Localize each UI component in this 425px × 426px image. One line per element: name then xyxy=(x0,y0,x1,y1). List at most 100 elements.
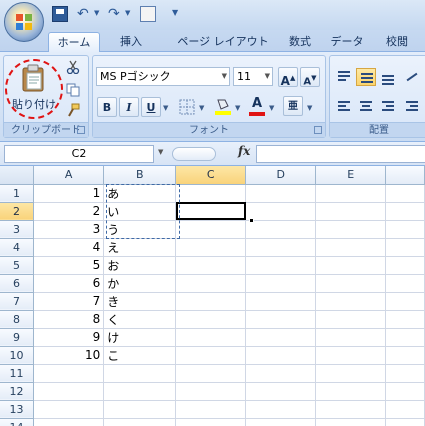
cell-d[interactable] xyxy=(245,328,317,347)
cell-e[interactable] xyxy=(315,382,387,401)
row-header[interactable]: 12 xyxy=(0,382,35,401)
cell-f[interactable] xyxy=(385,400,425,419)
cell-b[interactable] xyxy=(103,418,177,426)
tab-insert[interactable]: 挿入 xyxy=(108,32,154,52)
clipboard-dialog-launcher-icon[interactable] xyxy=(77,126,85,134)
font-name-select[interactable]: MS Pゴシック ▼ xyxy=(96,67,230,86)
undo-icon[interactable]: ↶ xyxy=(77,6,93,22)
select-all-corner[interactable] xyxy=(0,166,35,185)
redo-icon[interactable]: ↷ xyxy=(108,6,124,22)
customize-quick-access-icon[interactable]: ▼ xyxy=(172,8,178,17)
cell-f[interactable] xyxy=(385,364,425,383)
cell-d[interactable] xyxy=(245,274,317,293)
cell-b[interactable]: え xyxy=(103,238,177,257)
phonetic-dropdown-icon[interactable]: ▼ xyxy=(307,104,312,112)
italic-button[interactable]: I xyxy=(119,97,139,117)
row-header[interactable]: 14 xyxy=(0,418,35,426)
cell-a[interactable] xyxy=(33,400,105,419)
tab-data[interactable]: データ xyxy=(325,32,369,52)
cell-d[interactable] xyxy=(245,256,317,275)
cell-a[interactable]: 5 xyxy=(33,256,105,275)
underline-button[interactable]: U xyxy=(141,97,161,117)
align-center-button[interactable] xyxy=(356,98,376,116)
cell-f[interactable] xyxy=(385,202,425,221)
cell-f[interactable] xyxy=(385,256,425,275)
cell-d[interactable] xyxy=(245,382,317,401)
column-header-b[interactable]: B xyxy=(103,166,177,185)
cell-b[interactable] xyxy=(103,364,177,383)
cell-d[interactable] xyxy=(245,202,317,221)
cell-e[interactable] xyxy=(315,220,387,239)
cell-a[interactable]: 6 xyxy=(33,274,105,293)
cell-d[interactable] xyxy=(245,292,317,311)
cell-c[interactable] xyxy=(175,328,247,347)
cell-b[interactable]: き xyxy=(103,292,177,311)
row-header[interactable]: 1 xyxy=(0,184,35,203)
row-header[interactable]: 6 xyxy=(0,274,35,293)
cell-e[interactable] xyxy=(315,400,387,419)
align-left-button[interactable] xyxy=(334,98,354,116)
cell-a[interactable] xyxy=(33,382,105,401)
grow-font-button[interactable]: A▲ xyxy=(278,67,298,88)
name-box[interactable]: C2 xyxy=(4,145,154,163)
row-header[interactable]: 10 xyxy=(0,346,35,365)
cell-d[interactable] xyxy=(245,184,317,203)
borders-icon[interactable] xyxy=(177,97,197,117)
cell-b[interactable]: こ xyxy=(103,346,177,365)
cell-c[interactable] xyxy=(175,310,247,329)
tab-home[interactable]: ホーム xyxy=(48,32,100,52)
cell-a[interactable]: 3 xyxy=(33,220,105,239)
cell-b[interactable]: う xyxy=(103,220,177,239)
print-preview-icon[interactable] xyxy=(140,6,156,22)
redo-dropdown-icon[interactable]: ▼ xyxy=(125,9,130,17)
font-color-dropdown-icon[interactable]: ▼ xyxy=(269,104,274,112)
cell-c[interactable] xyxy=(175,382,247,401)
cell-d[interactable] xyxy=(245,310,317,329)
font-dialog-launcher-icon[interactable] xyxy=(314,126,322,134)
align-bottom-button[interactable] xyxy=(378,68,398,86)
cell-d[interactable] xyxy=(245,238,317,257)
cell-f[interactable] xyxy=(385,292,425,311)
cell-c[interactable] xyxy=(175,220,247,239)
cell-a[interactable]: 10 xyxy=(33,346,105,365)
font-color-button[interactable]: A xyxy=(247,94,267,116)
cell-f[interactable] xyxy=(385,346,425,365)
cell-b[interactable]: い xyxy=(103,202,177,221)
cell-d[interactable] xyxy=(245,418,317,426)
align-right-button[interactable] xyxy=(378,98,398,116)
cell-e[interactable] xyxy=(315,346,387,365)
row-header[interactable]: 9 xyxy=(0,328,35,347)
cell-a[interactable]: 8 xyxy=(33,310,105,329)
column-header-f[interactable] xyxy=(385,166,425,185)
column-header-e[interactable]: E xyxy=(315,166,387,185)
cell-e[interactable] xyxy=(315,184,387,203)
phonetic-guide-button[interactable]: 亜 xyxy=(283,96,303,116)
cell-c[interactable] xyxy=(175,256,247,275)
cell-e[interactable] xyxy=(315,310,387,329)
cell-e[interactable] xyxy=(315,292,387,311)
cell-f[interactable] xyxy=(385,274,425,293)
tab-formulas[interactable]: 数式 xyxy=(279,32,321,52)
cell-f[interactable] xyxy=(385,184,425,203)
row-header[interactable]: 8 xyxy=(0,310,35,329)
cell-e[interactable] xyxy=(315,364,387,383)
row-header[interactable]: 2 xyxy=(0,202,35,221)
cell-e[interactable] xyxy=(315,274,387,293)
cell-c[interactable] xyxy=(175,202,247,221)
cell-d[interactable] xyxy=(245,220,317,239)
cell-b[interactable]: お xyxy=(103,256,177,275)
cell-b[interactable] xyxy=(103,400,177,419)
cell-a[interactable] xyxy=(33,418,105,426)
align-top-button[interactable] xyxy=(334,68,354,86)
cell-a[interactable]: 9 xyxy=(33,328,105,347)
borders-dropdown-icon[interactable]: ▼ xyxy=(199,104,204,112)
cell-b[interactable]: か xyxy=(103,274,177,293)
shrink-font-button[interactable]: A▼ xyxy=(300,67,320,87)
cell-b[interactable]: く xyxy=(103,310,177,329)
cell-f[interactable] xyxy=(385,220,425,239)
cell-b[interactable] xyxy=(103,382,177,401)
cell-e[interactable] xyxy=(315,238,387,257)
formula-input[interactable] xyxy=(256,145,425,163)
cell-d[interactable] xyxy=(245,364,317,383)
fill-color-icon[interactable] xyxy=(213,96,233,116)
